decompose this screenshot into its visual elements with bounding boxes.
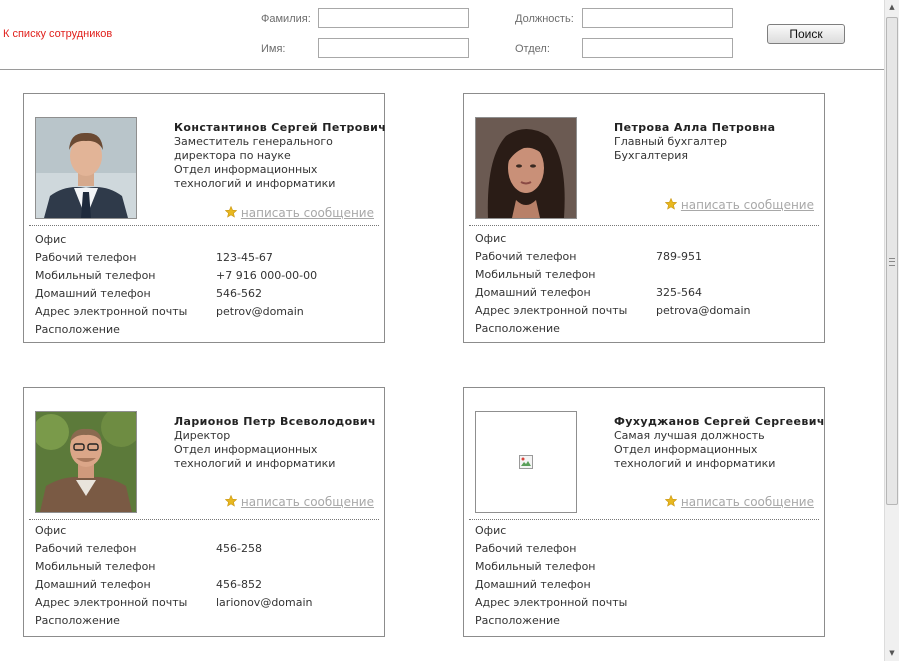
home-phone-value: 456-852: [216, 578, 262, 591]
work-phone-label: Рабочий телефон: [475, 250, 577, 263]
employee-position: Директор: [174, 429, 231, 442]
employee-name: Ларионов Петр Всеволодович: [174, 415, 376, 428]
office-label: Офис: [475, 232, 507, 245]
employee-department: Отдел информационных технологий и информ…: [614, 443, 776, 470]
email-value: petrova@domain: [656, 304, 751, 317]
location-label: Расположение: [35, 323, 120, 336]
send-message-link[interactable]: написать сообщение: [224, 206, 374, 220]
home-phone-value: 325-564: [656, 286, 702, 299]
send-message-link[interactable]: написать сообщение: [664, 495, 814, 509]
work-phone-value: 456-258: [216, 542, 262, 555]
work-phone-label: Рабочий телефон: [475, 542, 577, 555]
employee-card: Фухуджанов Сергей Сергеевич Самая лучшая…: [463, 387, 825, 637]
name-input[interactable]: [318, 38, 469, 58]
employee-department: Бухгалтерия: [614, 149, 689, 162]
man-suit-photo: [35, 117, 137, 219]
employee-position: Самая лучшая должность: [614, 429, 765, 442]
department-label: Отдел:: [515, 43, 550, 55]
office-label: Офис: [35, 524, 67, 537]
star-icon: [664, 495, 677, 507]
mobile-phone-label: Мобильный телефон: [35, 560, 156, 573]
office-label: Офис: [475, 524, 507, 537]
woman-photo: [475, 117, 577, 219]
work-phone-label: Рабочий телефон: [35, 542, 137, 555]
position-label: Должность:: [515, 13, 574, 25]
contact-info: Офис Рабочий телефон 789-951 Мобильный те…: [475, 230, 815, 338]
contact-info: Офис Рабочий телефон Мобильный телефон Д…: [475, 522, 815, 630]
home-phone-label: Домашний телефон: [35, 287, 151, 300]
search-header: К списку сотрудников Фамилия: Имя: Должн…: [0, 0, 884, 70]
employee-card: Ларионов Петр Всеволодович Директор Отде…: [23, 387, 385, 637]
department-input[interactable]: [582, 38, 733, 58]
scroll-up-arrow-icon[interactable]: ▲: [885, 0, 899, 15]
search-button[interactable]: Поиск: [767, 24, 845, 44]
name-label: Имя:: [261, 43, 286, 55]
employee-position: Заместитель генерального директора по на…: [174, 135, 333, 162]
home-phone-label: Домашний телефон: [475, 286, 591, 299]
surname-label: Фамилия:: [261, 13, 311, 25]
employee-position: Главный бухгалтер: [614, 135, 727, 148]
location-label: Расположение: [35, 614, 120, 627]
employee-name: Петрова Алла Петровна: [614, 121, 776, 134]
home-phone-value: 546-562: [216, 287, 262, 300]
email-label: Адрес электронной почты: [35, 305, 188, 318]
email-value: petrov@domain: [216, 305, 304, 318]
star-icon: [224, 206, 237, 218]
employee-department: Отдел информационных технологий и информ…: [174, 443, 336, 470]
contact-info: Офис Рабочий телефон 123-45-67 Мобильный …: [35, 231, 375, 339]
home-phone-label: Домашний телефон: [35, 578, 151, 591]
back-to-employee-list-link[interactable]: К списку сотрудников: [3, 28, 112, 40]
surname-input[interactable]: [318, 8, 469, 28]
office-label: Офис: [35, 233, 67, 246]
divider: [29, 519, 379, 520]
vertical-scrollbar[interactable]: ▲ ▼: [884, 0, 899, 661]
work-phone-value: 123-45-67: [216, 251, 273, 264]
home-phone-label: Домашний телефон: [475, 578, 591, 591]
position-input[interactable]: [582, 8, 733, 28]
divider: [469, 225, 819, 226]
employee-card: Константинов Сергей Петрович Заместитель…: [23, 93, 387, 343]
location-label: Расположение: [475, 614, 560, 627]
mobile-phone-label: Мобильный телефон: [475, 268, 596, 281]
work-phone-label: Рабочий телефон: [35, 251, 137, 264]
man-glasses-photo: [35, 411, 137, 513]
mobile-phone-value: +7 916 000-00-00: [216, 269, 318, 282]
email-value: larionov@domain: [216, 596, 313, 609]
scrollbar-thumb[interactable]: [886, 17, 898, 505]
send-message-link[interactable]: написать сообщение: [664, 198, 814, 212]
work-phone-value: 789-951: [656, 250, 702, 263]
mobile-phone-label: Мобильный телефон: [475, 560, 596, 573]
email-label: Адрес электронной почты: [475, 304, 628, 317]
mobile-phone-label: Мобильный телефон: [35, 269, 156, 282]
scroll-down-arrow-icon[interactable]: ▼: [885, 646, 899, 661]
location-label: Расположение: [475, 322, 560, 335]
send-message-link[interactable]: написать сообщение: [224, 495, 374, 509]
star-icon: [224, 495, 237, 507]
divider: [469, 519, 819, 520]
photo-placeholder: [475, 411, 577, 513]
employee-name: Фухуджанов Сергей Сергеевич: [614, 415, 825, 428]
employee-department: Отдел информационных технологий и информ…: [174, 163, 336, 190]
divider: [29, 225, 379, 226]
star-icon: [664, 198, 677, 210]
email-label: Адрес электронной почты: [35, 596, 188, 609]
contact-info: Офис Рабочий телефон 456-258 Мобильный те…: [35, 522, 375, 630]
employee-name: Константинов Сергей Петрович: [174, 121, 387, 134]
broken-image-icon: [519, 455, 533, 469]
employee-card: Петрова Алла Петровна Главный бухгалтер …: [463, 93, 825, 343]
email-label: Адрес электронной почты: [475, 596, 628, 609]
